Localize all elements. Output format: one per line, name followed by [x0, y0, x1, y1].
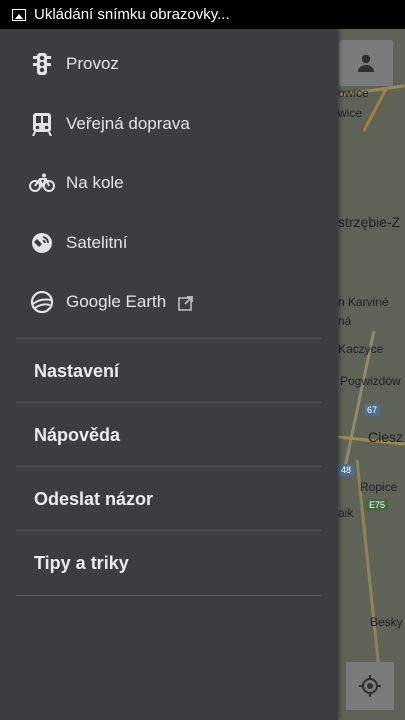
menu-item-tips[interactable]: Tipy a triky — [0, 532, 338, 594]
layer-item-google-earth[interactable]: Google Earth — [0, 273, 338, 331]
menu-item-help[interactable]: Nápověda — [0, 404, 338, 466]
divider — [16, 402, 321, 403]
divider — [16, 338, 321, 339]
map-label: strzębie-Z — [338, 214, 401, 230]
crosshair-icon — [359, 675, 381, 697]
account-button[interactable] — [339, 40, 393, 86]
person-icon — [358, 54, 374, 72]
layer-item-satellite[interactable]: Satelitní — [0, 214, 338, 272]
status-bar: Ukládání snímku obrazovky... — [0, 0, 405, 29]
map-label: Besky — [370, 615, 403, 629]
menu-item-settings[interactable]: Nastavení — [0, 340, 338, 402]
map-view[interactable]: owice wice strzębie-Z n Karviné ná Kaczy… — [338, 29, 405, 720]
road-shield: E75 — [366, 499, 389, 511]
layer-label: Google Earth — [66, 292, 167, 311]
external-link-icon — [178, 295, 194, 311]
bicycle-icon — [29, 170, 55, 196]
map-label: aik — [338, 506, 354, 520]
map-label: wice — [338, 106, 363, 120]
layer-item-transit[interactable]: Veřejná doprava — [0, 95, 338, 153]
layer-item-traffic[interactable]: Provoz — [0, 35, 338, 93]
road-shield: 67 — [364, 404, 381, 416]
layer-label: Na kole — [66, 173, 124, 192]
layer-label: Provoz — [66, 54, 119, 73]
map-label: n Karviné — [338, 295, 389, 309]
layer-item-bicycling[interactable]: Na kole — [0, 154, 338, 212]
navigation-drawer: Provoz Veřejná doprava Na kole Satelitní… — [0, 29, 338, 720]
divider — [16, 595, 321, 596]
my-location-button[interactable] — [346, 662, 394, 710]
layer-label: Satelitní — [66, 233, 128, 252]
road-shield: 48 — [338, 464, 355, 476]
image-icon — [12, 8, 26, 21]
map-label: Ropice — [360, 480, 398, 494]
transit-icon — [29, 111, 55, 137]
map-label: ná — [338, 314, 352, 328]
earth-icon — [29, 289, 55, 315]
menu-item-feedback[interactable]: Odeslat názor — [0, 468, 338, 530]
map-label: owice — [338, 86, 369, 100]
satellite-icon — [29, 230, 55, 256]
divider — [16, 530, 321, 531]
map-label: Kaczyce — [338, 342, 384, 356]
divider — [16, 466, 321, 467]
layer-label: Veřejná doprava — [66, 114, 190, 133]
map-label: Ciesz — [368, 429, 404, 445]
map-label: Pogwizdów — [340, 374, 401, 388]
status-text: Ukládání snímku obrazovky... — [34, 6, 230, 23]
traffic-light-icon — [29, 51, 55, 77]
